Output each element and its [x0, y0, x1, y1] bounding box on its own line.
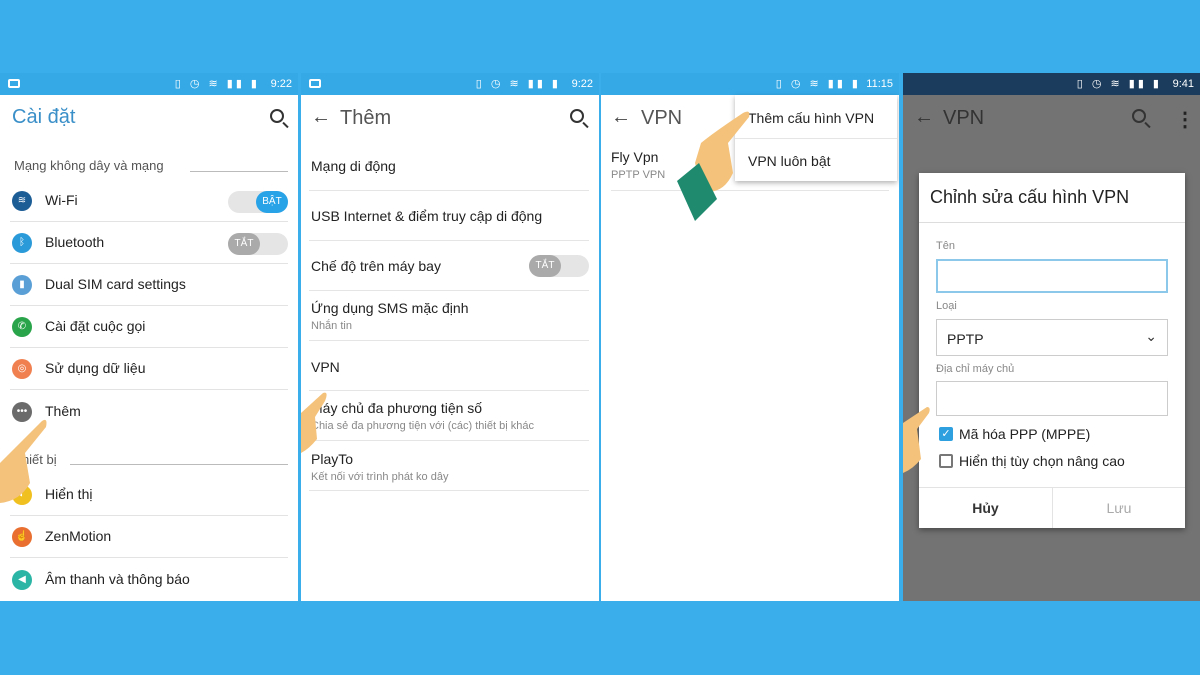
vpn-name: Fly Vpn	[611, 149, 659, 165]
status-icons: ▯ ◷ ≋ ▮▮ ▮	[1076, 78, 1162, 90]
item-title: PlayTo	[311, 451, 354, 467]
section-header: Mạng không dây và mạng	[14, 158, 164, 173]
name-label: Tên	[936, 240, 955, 252]
bluetooth-toggle[interactable]: TẮT	[228, 233, 288, 255]
pointing-hand-icon	[903, 407, 930, 473]
advanced-options-label: Hiển thị tùy chọn nâng cao	[959, 453, 1125, 469]
vpn-type: PPTP VPN	[611, 169, 666, 181]
dialog-title: Chỉnh sửa cấu hình VPN	[930, 187, 1130, 207]
edit-vpn-dialog: Chỉnh sửa cấu hình VPN Tên Loại PPTP ⌄ Đị…	[919, 173, 1185, 528]
settings-item-wifi[interactable]: ≋ Wi-Fi BẬT	[10, 180, 288, 222]
divider	[190, 171, 288, 172]
settings-item-bluetooth[interactable]: ᛒ Bluetooth TẮT	[10, 222, 288, 264]
status-bar: ▯ ◷ ≋ ▮▮ ▮ 9:41	[903, 73, 1200, 95]
toggle-state: BẬT	[256, 191, 288, 213]
status-icons: ▯ ◷ ≋ ▮▮ ▮	[475, 78, 561, 90]
settings-item-data-usage[interactable]: ◎ Sử dụng dữ liệu	[10, 348, 288, 390]
item-subtitle: Nhắn tin	[311, 320, 352, 332]
list-item-mobile-network[interactable]: Mạng di động	[309, 141, 589, 191]
status-icons: ▯ ◷ ≋ ▮▮ ▮	[775, 78, 861, 90]
server-input[interactable]	[936, 381, 1168, 416]
sound-icon: ◀	[12, 570, 32, 590]
pointing-hand-icon	[301, 392, 327, 453]
name-input[interactable]	[936, 259, 1168, 293]
wifi-toggle[interactable]: BẬT	[228, 191, 288, 213]
type-label: Loại	[936, 300, 957, 312]
search-icon[interactable]	[270, 109, 284, 123]
item-title: Chế độ trên máy bay	[311, 258, 441, 274]
page-title: Cài đặt	[12, 106, 76, 128]
type-select[interactable]: PPTP ⌄	[936, 319, 1168, 356]
clock: 11:15	[866, 78, 893, 90]
more-screen: ▯ ◷ ≋ ▮▮ ▮ 9:22 ← Thêm Mạng di động USB I…	[301, 73, 599, 601]
item-label: ZenMotion	[45, 528, 112, 544]
item-title: VPN	[311, 359, 340, 375]
save-button[interactable]: Lưu	[1053, 488, 1185, 528]
divider	[70, 464, 288, 465]
divider	[919, 222, 1185, 223]
back-arrow-icon[interactable]: ←	[611, 106, 631, 129]
item-subtitle: Chia sẻ đa phương tiện với (các) thiết b…	[311, 420, 534, 432]
chevron-down-icon: ⌄	[1145, 328, 1157, 344]
search-icon[interactable]	[570, 109, 584, 123]
clock: 9:22	[571, 78, 593, 90]
back-arrow-icon[interactable]: ←	[914, 106, 934, 129]
item-label: Âm thanh và thông báo	[45, 571, 190, 587]
settings-item-dual-sim[interactable]: ▮ Dual SIM card settings	[10, 264, 288, 306]
airplane-toggle[interactable]: TẮT	[529, 255, 589, 277]
vpn-screen: ▯ ◷ ≋ ▮▮ ▮ 11:15 ← VPN Fly Vpn PPTP VPN Th…	[601, 73, 899, 601]
pointing-hand-icon	[677, 111, 750, 221]
item-label: Wi-Fi	[45, 192, 78, 208]
data-usage-icon: ◎	[12, 359, 32, 379]
list-item-sms-app[interactable]: Ứng dụng SMS mặc định Nhắn tin	[309, 291, 589, 341]
search-icon[interactable]	[1132, 109, 1146, 123]
status-icons: ▯ ◷ ≋ ▮▮ ▮	[174, 78, 260, 90]
status-bar: ▯ ◷ ≋ ▮▮ ▮ 11:15	[601, 73, 899, 95]
notification-icon	[309, 79, 321, 88]
server-label: Địa chỉ máy chủ	[936, 363, 1015, 375]
mppe-label: Mã hóa PPP (MPPE)	[959, 426, 1091, 442]
clock: 9:22	[270, 78, 292, 90]
page-title: Thêm	[340, 107, 392, 129]
mppe-checkbox[interactable]: ✓	[939, 427, 953, 441]
bluetooth-icon: ᛒ	[12, 233, 32, 253]
item-title: USB Internet & điểm truy cập di động	[311, 208, 543, 224]
item-label: Sử dụng dữ liệu	[45, 360, 146, 376]
item-label: Cài đặt cuộc gọi	[45, 318, 146, 334]
status-bar: ▯ ◷ ≋ ▮▮ ▮ 9:22	[301, 73, 599, 95]
phone-icon: ✆	[12, 317, 32, 337]
more-vert-icon[interactable]: ⋮	[1175, 107, 1195, 132]
settings-item-zenmotion[interactable]: ☝ ZenMotion	[10, 516, 288, 558]
edit-vpn-screen: ▯ ◷ ≋ ▮▮ ▮ 9:41 ← VPN ⋮ Chỉnh sửa cấu hìn…	[903, 73, 1200, 601]
list-item-airplane-mode[interactable]: Chế độ trên máy bay TẮT	[309, 241, 589, 291]
notification-icon	[8, 79, 20, 88]
settings-screen: ▯ ◷ ≋ ▮▮ ▮ 9:22 Cài đặt Mạng không dây và…	[0, 73, 298, 601]
type-value: PPTP	[947, 331, 984, 347]
toggle-state: TẮT	[529, 255, 561, 277]
page-title: VPN	[943, 107, 985, 129]
item-subtitle: Kết nối với trình phát ko dây	[311, 471, 449, 483]
item-label: Bluetooth	[45, 234, 105, 250]
settings-item-call[interactable]: ✆ Cài đặt cuộc gọi	[10, 306, 288, 348]
item-title: Mạng di động	[311, 158, 396, 174]
advanced-options-checkbox[interactable]	[939, 454, 953, 468]
back-arrow-icon[interactable]: ←	[311, 106, 331, 129]
status-bar: ▯ ◷ ≋ ▮▮ ▮ 9:22	[0, 73, 298, 95]
list-item-usb-tethering[interactable]: USB Internet & điểm truy cập di động	[309, 191, 589, 241]
toggle-state: TẮT	[228, 233, 260, 255]
item-title: Ứng dụng SMS mặc định	[311, 300, 469, 316]
settings-item-sound[interactable]: ◀ Âm thanh và thông báo	[10, 559, 288, 601]
clock: 9:41	[1172, 78, 1194, 90]
list-item-playto[interactable]: PlayTo Kết nối với trình phát ko dây	[309, 441, 589, 491]
list-item-media-server[interactable]: Máy chủ đa phương tiện số Chia sẻ đa phươ…	[309, 391, 589, 441]
sim-icon: ▮	[12, 275, 32, 295]
item-label: Dual SIM card settings	[45, 276, 186, 292]
zenmotion-icon: ☝	[12, 527, 32, 547]
list-item-vpn[interactable]: VPN	[309, 341, 589, 391]
pointing-hand-icon	[0, 419, 47, 503]
cancel-button[interactable]: Hủy	[919, 488, 1052, 528]
wifi-icon: ≋	[12, 191, 32, 211]
